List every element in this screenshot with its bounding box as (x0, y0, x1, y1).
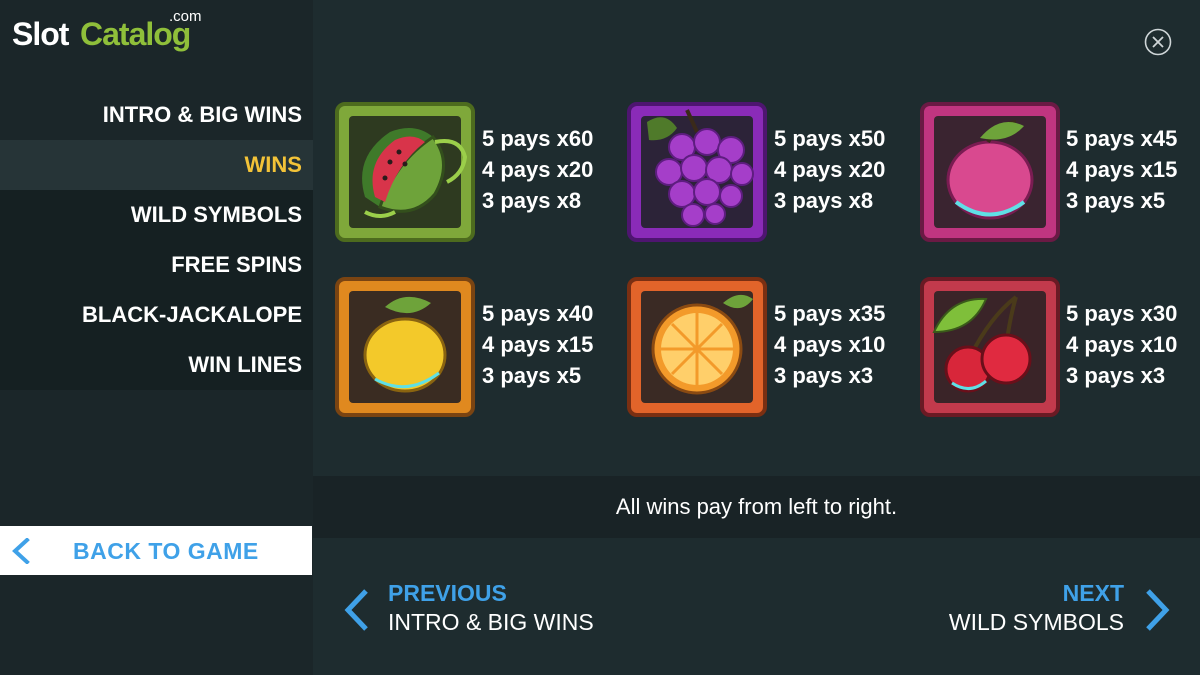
watermelon-symbol-icon (335, 102, 475, 242)
orange-symbol-icon (627, 277, 767, 417)
nav-item-win-lines[interactable]: WIN LINES (0, 340, 313, 390)
cherries-symbol-icon (920, 277, 1060, 417)
pays-5: 5 pays x60 (482, 126, 594, 151)
chevron-right-icon (1146, 589, 1170, 631)
previous-target: INTRO & BIG WINS (388, 609, 594, 635)
pays-5: 5 pays x50 (774, 126, 886, 151)
next-label: NEXT (1062, 580, 1124, 606)
pays-4: 4 pays x20 (774, 157, 886, 182)
wins-direction-note: All wins pay from left to right. (313, 476, 1200, 538)
nav-item-free-spins[interactable]: FREE SPINS (0, 240, 313, 290)
nav-item-intro-big-wins[interactable]: INTRO & BIG WINS (0, 90, 313, 140)
chevron-left-icon (12, 538, 30, 564)
nav-item-label: BLACK-JACKALOPE (82, 302, 302, 327)
plum-symbol-icon (920, 102, 1060, 242)
pays-orange: 5 pays x35 4 pays x10 3 pays x3 (774, 298, 885, 391)
nav-item-label: INTRO & BIG WINS (102, 102, 302, 127)
grapes-symbol-icon (627, 102, 767, 242)
logo-com-text: .com (169, 8, 202, 25)
pays-5: 5 pays x45 (1066, 126, 1178, 151)
lemon-symbol-icon (335, 277, 475, 417)
pays-4: 4 pays x20 (482, 157, 594, 182)
pays-5: 5 pays x40 (482, 301, 594, 326)
nav-item-label: WINS (244, 152, 302, 177)
close-icon[interactable] (1144, 28, 1172, 56)
pays-3: 3 pays x8 (482, 188, 582, 213)
pays-3: 3 pays x8 (774, 188, 874, 213)
nav-item-label: WIN LINES (188, 352, 302, 377)
pays-5: 5 pays x35 (774, 301, 886, 326)
pays-3: 3 pays x3 (774, 363, 874, 388)
nav-item-label: WILD SYMBOLS (130, 202, 302, 227)
pays-4: 4 pays x10 (1066, 332, 1178, 357)
nav-item-wins[interactable]: WINS (0, 140, 313, 190)
previous-page-button[interactable]: PREVIOUS INTRO & BIG WINS (340, 580, 620, 640)
pays-3: 3 pays x3 (1066, 363, 1166, 388)
pays-cherries: 5 pays x30 4 pays x10 3 pays x3 (1066, 298, 1177, 391)
note-text: All wins pay from left to right. (615, 494, 898, 519)
pays-4: 4 pays x15 (482, 332, 594, 357)
previous-label: PREVIOUS (388, 580, 507, 606)
pays-lemon: 5 pays x40 4 pays x15 3 pays x5 (482, 298, 593, 391)
pays-5: 5 pays x30 (1066, 301, 1178, 326)
pays-watermelon: 5 pays x60 4 pays x20 3 pays x8 (482, 123, 593, 216)
pays-plum: 5 pays x45 4 pays x15 3 pays x5 (1066, 123, 1177, 216)
nav-item-black-jackalope[interactable]: BLACK-JACKALOPE (0, 290, 313, 340)
pays-4: 4 pays x10 (774, 332, 886, 357)
pays-3: 3 pays x5 (482, 363, 582, 388)
next-target: WILD SYMBOLS (948, 609, 1124, 635)
nav-item-wild-symbols[interactable]: WILD SYMBOLS (0, 190, 313, 240)
back-to-game-label: BACK TO GAME (73, 538, 259, 564)
back-to-game-button[interactable]: BACK TO GAME (0, 526, 312, 575)
pays-4: 4 pays x15 (1066, 157, 1178, 182)
logo-slot-text: Slot (12, 16, 69, 52)
paytable-nav: INTRO & BIG WINS WINS WILD SYMBOLS FREE … (0, 90, 313, 390)
pays-3: 3 pays x5 (1066, 188, 1166, 213)
sidebar: Slot Catalog .com INTRO & BIG WINS WINS … (0, 0, 313, 675)
next-page-button[interactable]: NEXT WILD SYMBOLS (900, 580, 1180, 640)
pays-grapes: 5 pays x50 4 pays x20 3 pays x8 (774, 123, 885, 216)
nav-item-label: FREE SPINS (171, 252, 302, 277)
chevron-left-icon (344, 589, 368, 631)
